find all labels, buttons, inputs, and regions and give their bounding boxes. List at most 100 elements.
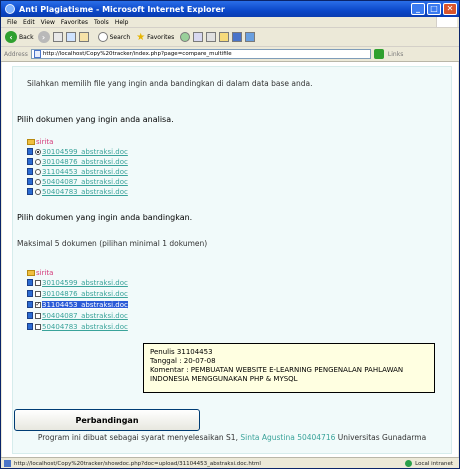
- compare-file-link[interactable]: 30104876_abstraksi.doc: [42, 290, 128, 298]
- back-button[interactable]: ‹ Back: [5, 31, 34, 43]
- browser-window: Anti Plagiatisme - Microsoft Internet Ex…: [0, 0, 460, 469]
- file-info-tooltip: Penulis 31104453 Tanggal : 20-07-08 Kome…: [143, 343, 435, 393]
- intranet-icon: [405, 460, 413, 467]
- compare-file-row: 30104599_abstraksi.doc: [27, 278, 128, 287]
- compare-checkbox[interactable]: [35, 323, 41, 330]
- doc-icon: [27, 178, 33, 185]
- menu-bar: File Edit View Favorites Tools Help: [1, 17, 459, 28]
- analyze-file-link[interactable]: 31104453_abstraksi.doc: [42, 168, 128, 176]
- search-button[interactable]: Search: [95, 32, 130, 42]
- tooltip-comment: Komentar : PEMBUATAN WEBSITE E-LEARNING …: [150, 366, 404, 374]
- compare-file-link[interactable]: 50404783_abstraksi.doc: [42, 323, 128, 331]
- folder-icon: [27, 139, 35, 145]
- status-bar: http://localhost/Copy%20tracker/showdoc.…: [1, 457, 459, 468]
- go-button[interactable]: [373, 49, 384, 59]
- compare-file-link[interactable]: 30104599_abstraksi.doc: [42, 279, 128, 287]
- analyze-radio[interactable]: [35, 148, 41, 155]
- footer-prefix: Program ini dibuat sebagai syarat menyel…: [37, 433, 241, 442]
- menu-file[interactable]: File: [7, 19, 17, 26]
- analyze-radio[interactable]: [35, 158, 41, 165]
- compare-file-row: 50404783_abstraksi.doc: [27, 322, 128, 331]
- analyze-file-row: 50404087_abstraksi.doc: [27, 177, 128, 186]
- footer-text: Program ini dibuat sebagai syarat menyel…: [13, 433, 451, 442]
- forward-button[interactable]: ›: [37, 31, 50, 43]
- history-icon[interactable]: [180, 32, 191, 42]
- compare-checkbox[interactable]: [35, 290, 41, 297]
- doc-icon: [27, 188, 33, 195]
- menu-view[interactable]: View: [41, 19, 55, 26]
- folder-icon[interactable]: [219, 32, 230, 42]
- word-icon[interactable]: [232, 32, 243, 42]
- back-label: Back: [19, 33, 34, 41]
- analyze-file-link[interactable]: 50404783_abstraksi.doc: [42, 188, 128, 196]
- page-icon: [33, 50, 41, 58]
- doc-icon: [27, 323, 33, 330]
- analyze-radio[interactable]: [35, 178, 41, 185]
- compare-note: Maksimal 5 dokumen (pilihan minimal 1 do…: [17, 239, 208, 248]
- footer-author-link[interactable]: Sinta Agustina 50404716: [240, 433, 335, 442]
- menu-tools[interactable]: Tools: [94, 19, 109, 26]
- intro-text: Silahkan memilih file yang ingin anda ba…: [27, 79, 313, 88]
- analyze-tree-root[interactable]: sirita: [27, 138, 53, 146]
- compare-checkbox[interactable]: [35, 279, 41, 286]
- forward-arrow-icon: ›: [37, 31, 50, 43]
- compare-file-row: 50404087_abstraksi.doc: [27, 311, 128, 320]
- folder-icon: [27, 270, 35, 276]
- compare-checkbox[interactable]: [35, 312, 41, 319]
- status-url: http://localhost/Copy%20tracker/showdoc.…: [14, 460, 261, 467]
- compare-heading: Pilih dokumen yang ingin anda bandingkan…: [17, 213, 193, 222]
- analyze-file-link[interactable]: 30104876_abstraksi.doc: [42, 158, 128, 166]
- ie-icon: [5, 4, 15, 14]
- menu-favorites[interactable]: Favorites: [61, 19, 88, 26]
- analyze-file-row: 31104453_abstraksi.doc: [27, 167, 128, 176]
- favorites-label: Favorites: [147, 33, 175, 41]
- analyze-file-row: 30104876_abstraksi.doc: [27, 157, 128, 166]
- toolbar: ‹ Back › Search ★ Favorites: [1, 28, 459, 47]
- analyze-file-row: 30104599_abstraksi.doc: [27, 147, 128, 156]
- window-title: Anti Plagiatisme - Microsoft Internet Ex…: [19, 4, 225, 14]
- address-bar: Address http://localhost/Copy%20tracker/…: [1, 47, 459, 62]
- compare-file-row: 30104876_abstraksi.doc: [27, 289, 128, 298]
- compare-file-link[interactable]: 31104453_abstraksi.doc: [42, 300, 128, 309]
- star-icon: ★: [136, 31, 146, 43]
- doc-icon: [27, 168, 33, 175]
- page-icon: [4, 460, 11, 467]
- home-icon[interactable]: [78, 32, 89, 42]
- messenger-icon[interactable]: [245, 32, 256, 42]
- address-label: Address: [4, 50, 28, 58]
- tooltip-author: Penulis 31104453: [150, 348, 213, 356]
- refresh-icon[interactable]: [65, 32, 76, 42]
- analyze-file-row: 50404783_abstraksi.doc: [27, 187, 128, 196]
- address-input[interactable]: http://localhost/Copy%20tracker/index.ph…: [30, 49, 371, 59]
- analyze-radio[interactable]: [35, 188, 41, 195]
- compare-file-link[interactable]: 50404087_abstraksi.doc: [42, 312, 128, 320]
- print-icon[interactable]: [206, 32, 217, 42]
- compare-checkbox[interactable]: ✓: [35, 301, 41, 308]
- menu-edit[interactable]: Edit: [23, 19, 35, 26]
- doc-icon: [27, 312, 33, 319]
- compare-button[interactable]: Perbandingan: [14, 409, 200, 431]
- analyze-file-link[interactable]: 30104599_abstraksi.doc: [42, 148, 128, 156]
- maximize-button[interactable]: □: [427, 3, 441, 15]
- menu-help[interactable]: Help: [115, 19, 129, 26]
- title-bar: Anti Plagiatisme - Microsoft Internet Ex…: [1, 1, 459, 17]
- footer-suffix: Universitas Gunadarma: [335, 433, 427, 442]
- doc-icon: [27, 158, 33, 165]
- address-url: http://localhost/Copy%20tracker/index.ph…: [42, 51, 232, 57]
- close-button[interactable]: ✕: [443, 3, 457, 15]
- analyze-heading: Pilih dokumen yang ingin anda analisa.: [17, 115, 174, 124]
- analyze-radio[interactable]: [35, 168, 41, 175]
- doc-icon: [27, 301, 33, 308]
- mail-icon[interactable]: [193, 32, 204, 42]
- compare-tree-root[interactable]: sirita: [27, 269, 53, 277]
- minimize-button[interactable]: _: [411, 3, 425, 15]
- back-arrow-icon: ‹: [5, 31, 17, 43]
- links-label[interactable]: Links: [388, 51, 403, 58]
- doc-icon: [27, 148, 33, 155]
- tree-root-label: sirita: [36, 138, 54, 146]
- tooltip-comment-cont: INDONESIA MENGGUNAKAN PHP & MYSQL: [150, 375, 298, 383]
- stop-icon[interactable]: [52, 32, 63, 42]
- analyze-file-link[interactable]: 50404087_abstraksi.doc: [42, 178, 128, 186]
- windows-logo-icon: [436, 17, 457, 27]
- favorites-button[interactable]: ★ Favorites: [136, 32, 174, 43]
